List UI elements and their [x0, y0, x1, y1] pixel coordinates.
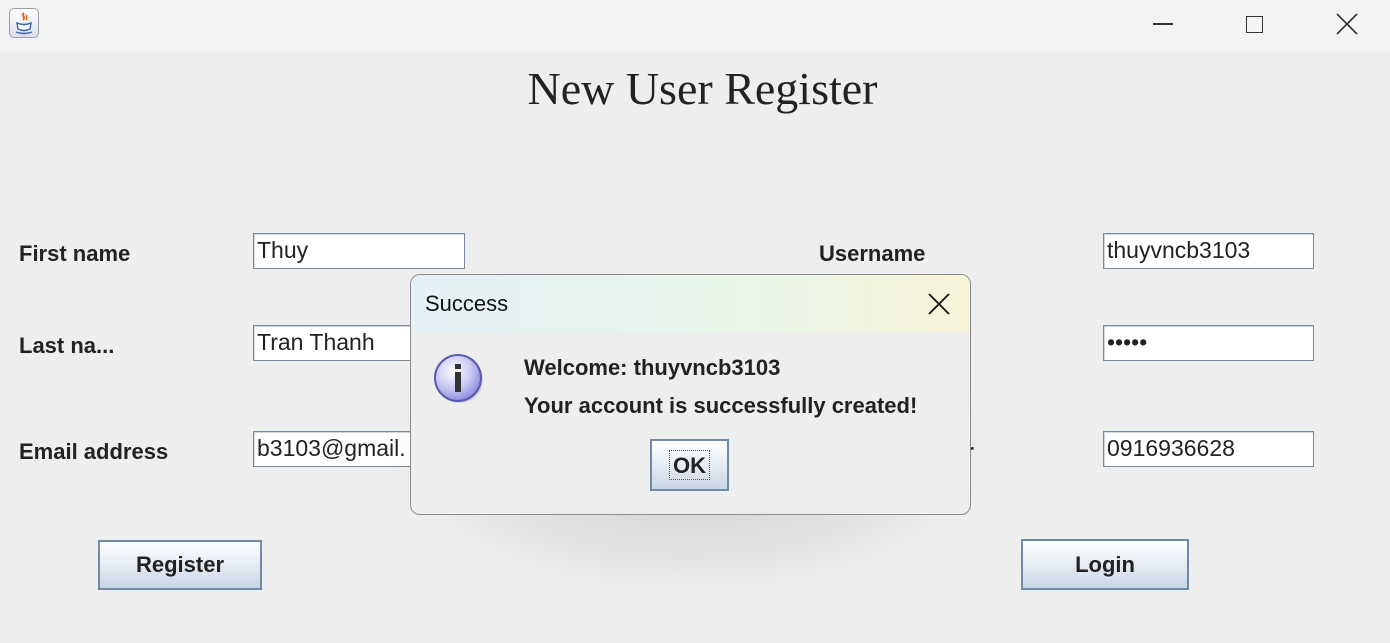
- password-field[interactable]: •••••: [1103, 325, 1314, 361]
- first-name-label: First name: [19, 241, 131, 266]
- maximize-icon: [1245, 15, 1263, 33]
- login-button[interactable]: Login: [1021, 539, 1189, 590]
- close-icon: [1336, 13, 1358, 35]
- username-field[interactable]: thuyvncb3103: [1103, 233, 1314, 269]
- close-icon: [928, 293, 950, 315]
- phone-field[interactable]: 0916936628: [1103, 431, 1314, 467]
- ok-button-label: OK: [669, 450, 710, 480]
- first-name-field[interactable]: Thuy: [253, 233, 465, 269]
- dialog-title-bar: Success: [411, 275, 970, 332]
- dialog-success-message: Your account is successfully created!: [524, 393, 918, 418]
- page-title: New User Register: [527, 63, 878, 114]
- close-window-button[interactable]: [1324, 0, 1370, 48]
- info-icon: [433, 352, 485, 409]
- title-bar: [0, 0, 1390, 52]
- username-label: Username: [819, 241, 926, 266]
- dialog-welcome-message: Welcome: thuyvncb3103: [524, 355, 781, 380]
- ok-button[interactable]: OK: [650, 439, 729, 491]
- java-icon: [9, 8, 39, 38]
- minimize-button[interactable]: [1140, 0, 1186, 48]
- maximize-button[interactable]: [1231, 0, 1277, 48]
- register-button[interactable]: Register: [98, 540, 262, 590]
- last-name-label: Last na...: [19, 333, 115, 358]
- minimize-icon: [1153, 23, 1173, 25]
- success-dialog: Success Welcome: thuyvncb3103 Your accou…: [410, 274, 971, 515]
- dialog-close-button[interactable]: [922, 287, 956, 321]
- email-label: Email address: [19, 439, 169, 464]
- dialog-title: Success: [425, 291, 509, 316]
